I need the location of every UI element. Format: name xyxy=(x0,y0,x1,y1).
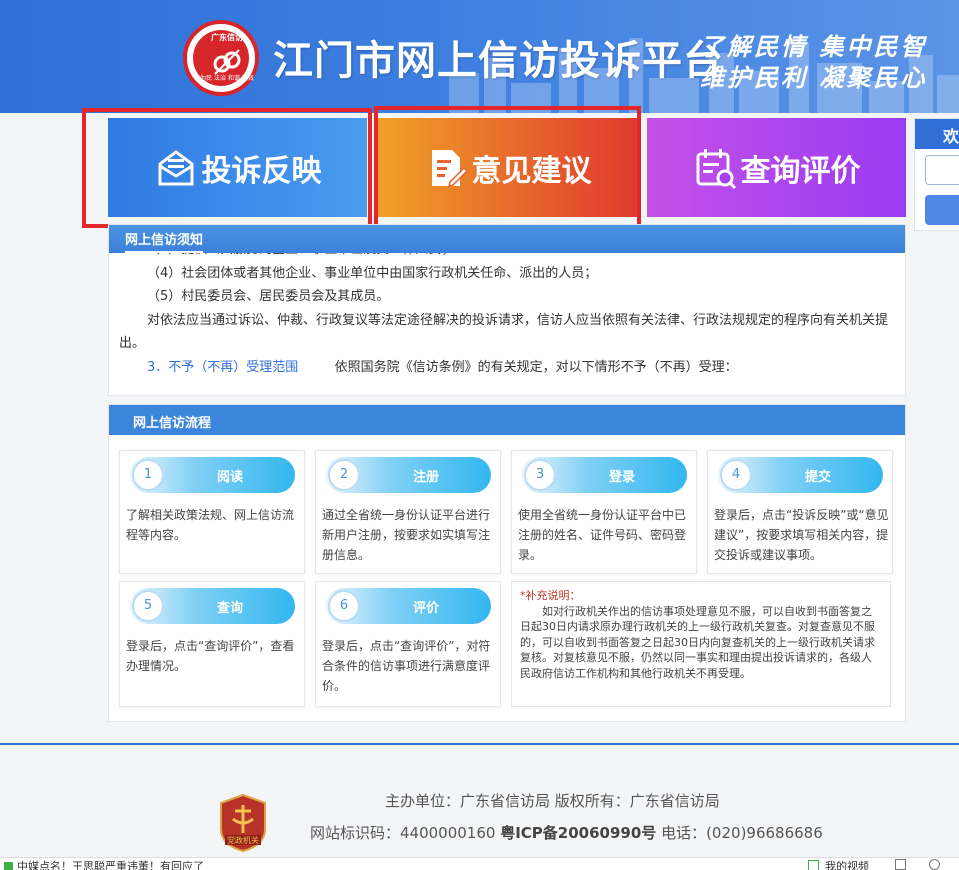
flow-panel: 网上信访流程 1 阅读 了解相关政策法规、网上信访流程等内容。 2 注册 通过全省统… xyxy=(108,404,906,722)
tab-notice[interactable]: 网上信访须知 xyxy=(125,229,204,253)
my-video-label: 我的视频 xyxy=(825,860,869,870)
slogan-line-2: 维护民利 凝聚民心 xyxy=(700,63,928,92)
page: 广东信访 为民 法治 和谐 高效 江门市网上信访投诉平台 了解民情 集中民智 维… xyxy=(0,0,959,870)
step-pill: 5 查询 xyxy=(130,588,295,624)
step-description: 通过全省统一身份认证平台进行新用户注册，按要求如实填写注册信息。 xyxy=(322,508,491,562)
flow-title: 网上信访流程 xyxy=(133,416,212,431)
logo-top-text: 广东信访 xyxy=(211,33,243,42)
flow-panel-header: 网上信访流程 xyxy=(109,405,905,435)
my-video-link[interactable]: 我的视频 xyxy=(808,858,869,870)
step-number: 1 xyxy=(132,459,164,491)
site-title: 江门市网上信访投诉平台 xyxy=(273,38,724,84)
notice-section-row: 3．不予（不再）受理范围 依照国务院《信访条例》的有关规定，对以下情形不予（不再… xyxy=(109,356,905,380)
notice-line: （4）社会团体或者其他企业、事业单位中由国家行政机关任命、派出的人员； xyxy=(147,265,598,281)
step-card-query[interactable]: 5 查询 登录后，点击“查询评价”，查看办理情况。 xyxy=(119,581,305,707)
complaint-tile-label: 投诉反映 xyxy=(201,153,322,189)
settings-icon[interactable] xyxy=(929,859,940,870)
login-button[interactable] xyxy=(925,195,959,225)
footer-sponsor-line: 主办单位：广东省信访局 版权所有：广东省信访局 xyxy=(385,792,720,810)
step-pill: 3 登录 xyxy=(522,457,687,493)
step-pill: 4 提交 xyxy=(718,457,883,493)
login-panel-title: 欢 xyxy=(943,127,959,146)
notice-body[interactable]: （3）提供公共服务的企业、事业单位及其工作人员； （4）社会团体或者其他企业、事… xyxy=(109,253,905,395)
footer-site-id: 网站标识码：4400000160 xyxy=(310,824,501,842)
notice-line: （3）提供公共服务的企业、事业单位及其工作人员； xyxy=(109,253,905,262)
news-ticker[interactable]: 中媒点名！王思聪严重违董！有回应了 xyxy=(4,858,204,870)
news-icon xyxy=(4,862,13,870)
site-header: 广东信访 为民 法治 和谐 高效 江门市网上信访投诉平台 了解民情 集中民智 维… xyxy=(0,0,959,113)
step-label: 登录 xyxy=(608,470,635,485)
screenshot-icon[interactable] xyxy=(895,859,906,870)
login-panel: 欢 xyxy=(914,118,959,231)
browser-bottom-bar: 中媒点名！王思聪严重违董！有回应了 我的视频 xyxy=(0,857,959,870)
section-text: 依照国务院《信访条例》的有关规定，对以下情形不予（不再）受理： xyxy=(334,359,738,375)
step-number: 3 xyxy=(524,459,556,491)
guangdong-xinfang-logo[interactable]: 广东信访 为民 法治 和谐 高效 xyxy=(183,20,259,96)
step-description: 登录后，点击“投诉反映”或“意见建议”，按要求填写相关内容，提交投诉或建议事项。 xyxy=(714,508,889,562)
complaint-tile-button[interactable]: 投诉反映 xyxy=(108,118,367,217)
note-heading: *补充说明： xyxy=(520,589,581,602)
envelope-icon xyxy=(158,149,193,185)
notice-panel: 网上信访须知 （3）提供公共服务的企业、事业单位及其工作人员； （4）社会团体或… xyxy=(108,224,906,396)
suggestion-tile-button[interactable]: 意见建议 xyxy=(378,118,637,217)
step-description: 使用全省统一身份认证平台中已注册的姓名、证件号码、密码登录。 xyxy=(518,508,687,562)
step-label: 注册 xyxy=(412,470,439,485)
step-card-evaluate[interactable]: 6 评价 登录后，点击“查询评价”，对符合条件的信访事项进行满意度评价。 xyxy=(315,581,501,707)
step-card-register[interactable]: 2 注册 通过全省统一身份认证平台进行新用户注册，按要求如实填写注册信息。 xyxy=(315,450,501,574)
footer-phone: 电话：(020)96686686 xyxy=(656,824,823,842)
supplementary-note: *补充说明： 如对行政机关作出的信访事项处理意见不服，可以自收到书面答复之日起3… xyxy=(511,581,891,707)
step-label: 查询 xyxy=(216,601,243,616)
step-label: 阅读 xyxy=(216,470,243,485)
step-description: 登录后，点击“查询评价”，对符合条件的信访事项进行满意度评价。 xyxy=(322,639,491,693)
step-number: 2 xyxy=(328,459,360,491)
logo-disc: 广东信访 为民 法治 和谐 高效 xyxy=(193,30,254,86)
site-footer: 党政机关 主办单位：广东省信访局 版权所有：广东省信访局 网站标识码：44000… xyxy=(0,745,959,853)
step-card-read[interactable]: 1 阅读 了解相关政策法规、网上信访流程等内容。 xyxy=(119,450,305,574)
notice-paragraph: 对依法应当通过诉讼、仲裁、行政复议等法定途径解决的投诉请求，信访人应当依照有关法… xyxy=(119,312,889,352)
logo-emblem-icon xyxy=(213,49,241,75)
footer-icp-link[interactable]: 粤ICP备20060990号 xyxy=(500,824,656,842)
news-text: 中媒点名！王思聪严重违董！有回应了 xyxy=(17,860,204,870)
step-description: 登录后，点击“查询评价”，查看办理情况。 xyxy=(126,639,295,673)
step-number: 4 xyxy=(720,459,752,491)
login-username-input[interactable] xyxy=(925,155,959,185)
step-label: 提交 xyxy=(804,470,831,485)
calendar-search-icon xyxy=(696,148,736,189)
logo-bottom-text: 为民 法治 和谐 高效 xyxy=(200,75,254,82)
note-text: 如对行政机关作出的信访事项处理意见不服，可以自收到书面答复之日起30日内请求原办… xyxy=(520,604,875,680)
suggestion-tile-label: 意见建议 xyxy=(471,153,592,189)
step-pill: 2 注册 xyxy=(326,457,491,493)
government-badge-icon[interactable]: 党政机关 xyxy=(217,793,269,853)
step-number: 5 xyxy=(132,590,164,622)
step-label: 评价 xyxy=(412,601,439,616)
query-tile-button[interactable]: 查询评价 xyxy=(647,118,906,217)
footer-id-line: 网站标识码：4400000160 粤ICP备20060990号 电话：(020)… xyxy=(310,822,823,843)
step-card-login[interactable]: 3 登录 使用全省统一身份认证平台中已注册的姓名、证件号码、密码登录。 xyxy=(511,450,697,574)
step-description: 了解相关政策法规、网上信访流程等内容。 xyxy=(126,508,295,542)
notice-panel-header: 网上信访须知 xyxy=(109,225,905,253)
badge-text: 党政机关 xyxy=(227,835,259,845)
step-pill: 1 阅读 xyxy=(130,457,295,493)
step-number: 6 xyxy=(328,590,360,622)
section-heading-link[interactable]: 3．不予（不再）受理范围 xyxy=(147,360,298,375)
slogan-line-1: 了解民情 集中民智 xyxy=(700,32,928,61)
step-card-submit[interactable]: 4 提交 登录后，点击“投诉反映”或“意见建议”，按要求填写相关内容，提交投诉或建… xyxy=(707,450,893,574)
notice-line: （5）村民委员会、居民委员会及其成员。 xyxy=(147,289,390,304)
video-play-icon xyxy=(808,860,819,870)
document-edit-icon xyxy=(431,149,468,187)
query-tile-label: 查询评价 xyxy=(740,153,861,189)
login-panel-header: 欢 xyxy=(915,119,959,149)
step-pill: 6 评价 xyxy=(326,588,491,624)
